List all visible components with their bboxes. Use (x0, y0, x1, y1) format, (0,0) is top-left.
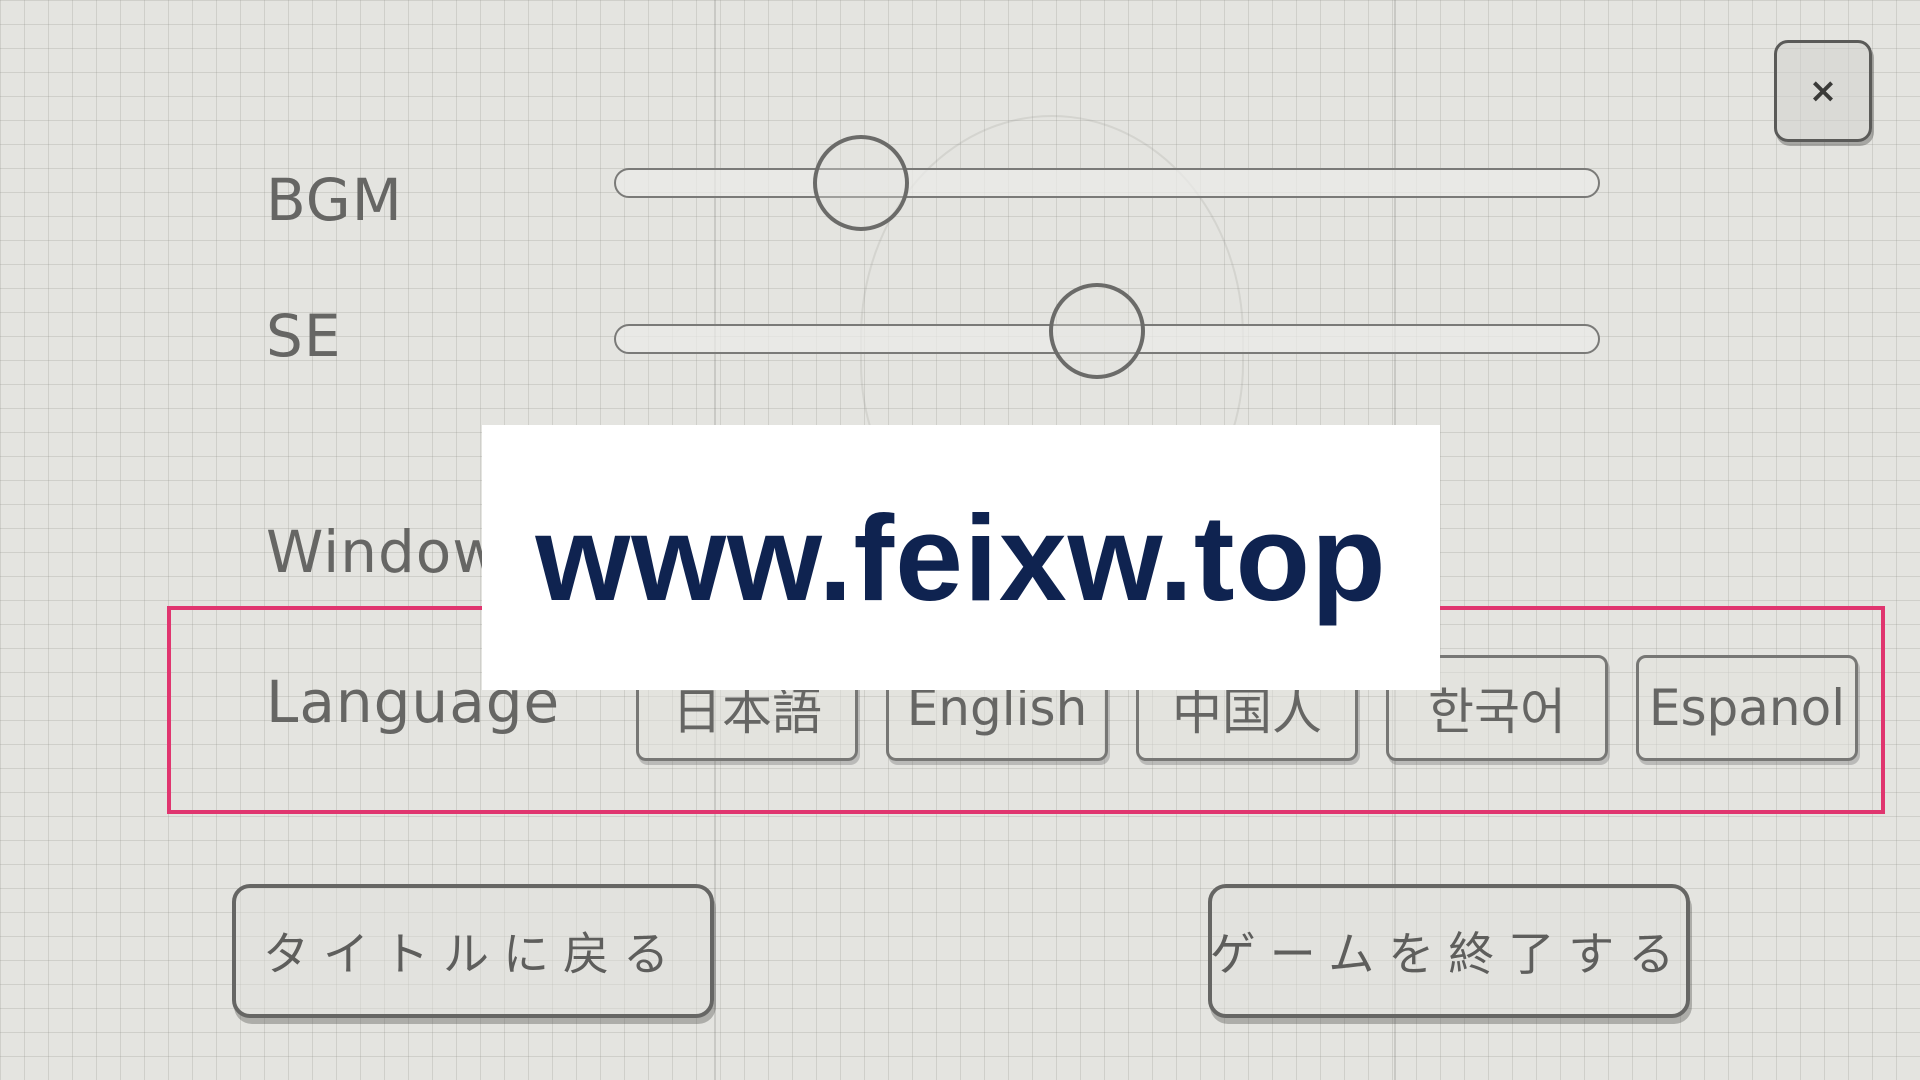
se-label: SE (266, 302, 342, 370)
return-to-title-button[interactable]: タイトルに戻る (232, 884, 714, 1018)
close-button[interactable]: × (1774, 40, 1872, 142)
bgm-label: BGM (266, 166, 403, 234)
window-label: Window (266, 518, 501, 586)
watermark-text: www.feixw.top (535, 489, 1387, 626)
se-slider-knob[interactable] (1049, 283, 1146, 379)
quit-game-button[interactable]: ゲームを終了する (1208, 884, 1690, 1018)
language-option-spanish[interactable]: Espanol (1636, 655, 1858, 761)
bgm-slider-track[interactable] (614, 168, 1600, 198)
watermark-overlay: www.feixw.top (482, 425, 1440, 690)
bgm-slider-knob[interactable] (812, 135, 909, 231)
close-icon: × (1808, 71, 1838, 111)
